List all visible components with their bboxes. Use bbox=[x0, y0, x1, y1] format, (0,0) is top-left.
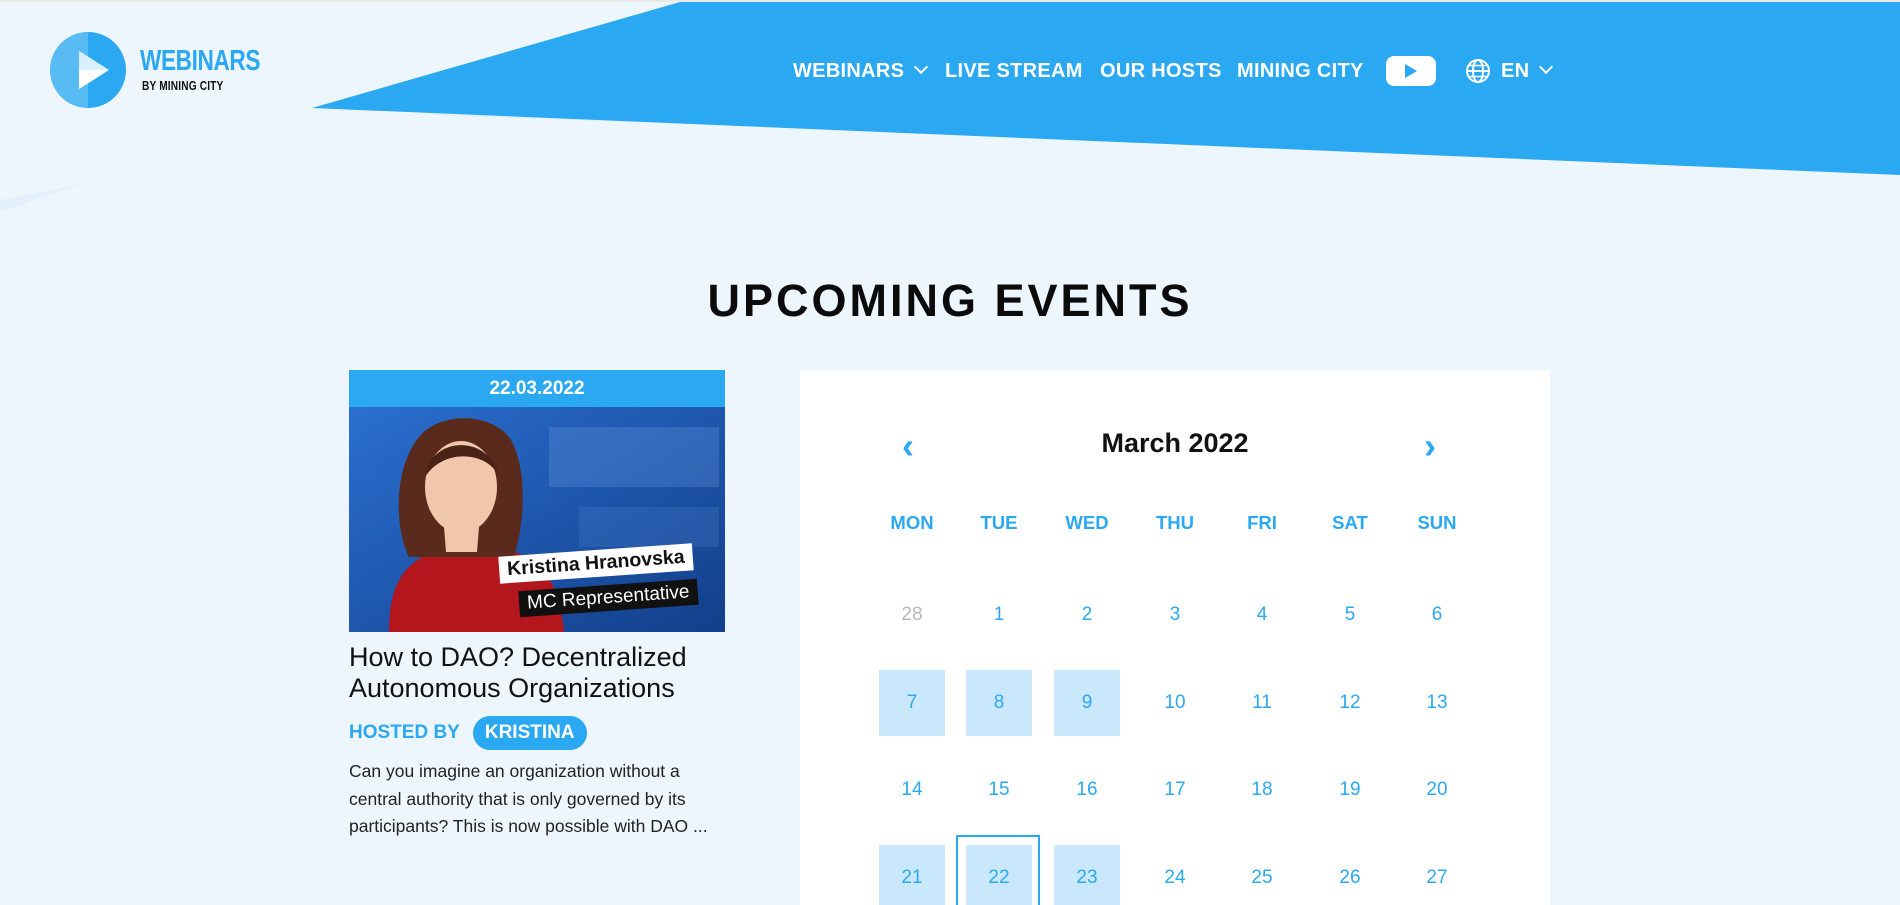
language-selector[interactable]: EN bbox=[1465, 56, 1554, 86]
weekday-sun: SUN bbox=[1417, 512, 1457, 533]
event-image[interactable]: Kristina Hranovska MC Representative bbox=[349, 407, 725, 632]
nav-mining-city-label: MINING CITY bbox=[1237, 59, 1364, 82]
nav-our-hosts-label: OUR HOSTS bbox=[1100, 59, 1222, 82]
section-title: UPCOMING EVENTS bbox=[0, 275, 1900, 327]
nav-mining-city[interactable]: MINING CITY bbox=[1237, 56, 1364, 86]
calendar-day[interactable]: 13 bbox=[1404, 670, 1470, 736]
calendar-day[interactable]: 23 bbox=[1054, 845, 1120, 905]
calendar-day[interactable]: 17 bbox=[1142, 757, 1208, 823]
top-border bbox=[0, 0, 1900, 2]
calendar-day[interactable]: 3 bbox=[1142, 582, 1208, 648]
calendar-day[interactable]: 25 bbox=[1229, 845, 1295, 905]
calendar-day[interactable]: 19 bbox=[1317, 757, 1383, 823]
nav-webinars-label: WEBINARS bbox=[793, 59, 905, 82]
calendar-day[interactable]: 11 bbox=[1229, 670, 1295, 736]
chevron-down-icon bbox=[1539, 59, 1554, 75]
calendar-day[interactable]: 15 bbox=[966, 757, 1032, 823]
hosted-by-row: HOSTED BY KRISTINA bbox=[349, 716, 587, 750]
calendar-day[interactable]: 16 bbox=[1054, 757, 1120, 823]
page: WEBINARS BY MINING CITY WEBINARS LIVE ST… bbox=[0, 0, 1900, 905]
calendar-day[interactable]: 24 bbox=[1142, 845, 1208, 905]
calendar-day[interactable]: 20 bbox=[1404, 757, 1470, 823]
youtube-button[interactable] bbox=[1386, 56, 1436, 86]
calendar-day[interactable]: 7 bbox=[879, 670, 945, 736]
calendar-day[interactable]: 14 bbox=[879, 757, 945, 823]
hosted-by-label: HOSTED BY bbox=[349, 722, 460, 743]
selected-day-frame bbox=[956, 835, 1040, 905]
calendar-day[interactable]: 8 bbox=[966, 670, 1032, 736]
calendar-day[interactable]: 10 bbox=[1142, 670, 1208, 736]
youtube-play-icon bbox=[1405, 64, 1417, 78]
play-logo-icon bbox=[50, 32, 126, 108]
event-description: Can you imagine an organization without … bbox=[349, 761, 708, 836]
calendar-day[interactable]: 26 bbox=[1317, 845, 1383, 905]
weekday-tue: TUE bbox=[980, 512, 1018, 533]
weekday-sat: SAT bbox=[1332, 512, 1368, 533]
nav-live-stream-label: LIVE STREAM bbox=[945, 59, 1083, 82]
calendar-day[interactable]: 18 bbox=[1229, 757, 1295, 823]
calendar-day[interactable]: 5 bbox=[1317, 582, 1383, 648]
calendar-day[interactable]: 6 bbox=[1404, 582, 1470, 648]
chevron-down-icon bbox=[914, 59, 929, 75]
weekday-wed: WED bbox=[1065, 512, 1109, 533]
logo-title: WEBINARS bbox=[140, 45, 261, 77]
calendar-day[interactable]: 1 bbox=[966, 582, 1032, 648]
event-date: 22.03.2022 bbox=[349, 370, 725, 407]
section-title-text: UPCOMING EVENTS bbox=[707, 275, 1193, 326]
calendar-day[interactable]: 27 bbox=[1404, 845, 1470, 905]
calendar-day[interactable]: 12 bbox=[1317, 670, 1383, 736]
weekday-thu: THU bbox=[1155, 512, 1195, 533]
nav-live-stream[interactable]: LIVE STREAM bbox=[945, 56, 1083, 86]
calendar-day[interactable]: 4 bbox=[1229, 582, 1295, 648]
calendar-day[interactable]: 21 bbox=[879, 845, 945, 905]
nav-our-hosts[interactable]: OUR HOSTS bbox=[1100, 56, 1222, 86]
calendar-month-label: March 2022 bbox=[1101, 428, 1249, 458]
globe-icon bbox=[1466, 59, 1490, 83]
language-label: EN bbox=[1501, 59, 1530, 82]
logo[interactable]: WEBINARS BY MINING CITY bbox=[49, 31, 299, 111]
calendar-day[interactable]: 9 bbox=[1054, 670, 1120, 736]
weekday-mon: MON bbox=[890, 512, 934, 533]
calendar-day[interactable]: 28 bbox=[879, 582, 945, 648]
nav-webinars[interactable]: WEBINARS bbox=[793, 56, 929, 86]
logo-subtitle: BY MINING CITY bbox=[142, 78, 224, 93]
calendar-day[interactable]: 2 bbox=[1054, 582, 1120, 648]
weekday-fri: FRI bbox=[1247, 512, 1277, 533]
host-name-badge[interactable]: KRISTINA bbox=[472, 716, 587, 750]
event-title[interactable]: How to DAO? Decentralized Autonomous Org… bbox=[349, 642, 739, 704]
